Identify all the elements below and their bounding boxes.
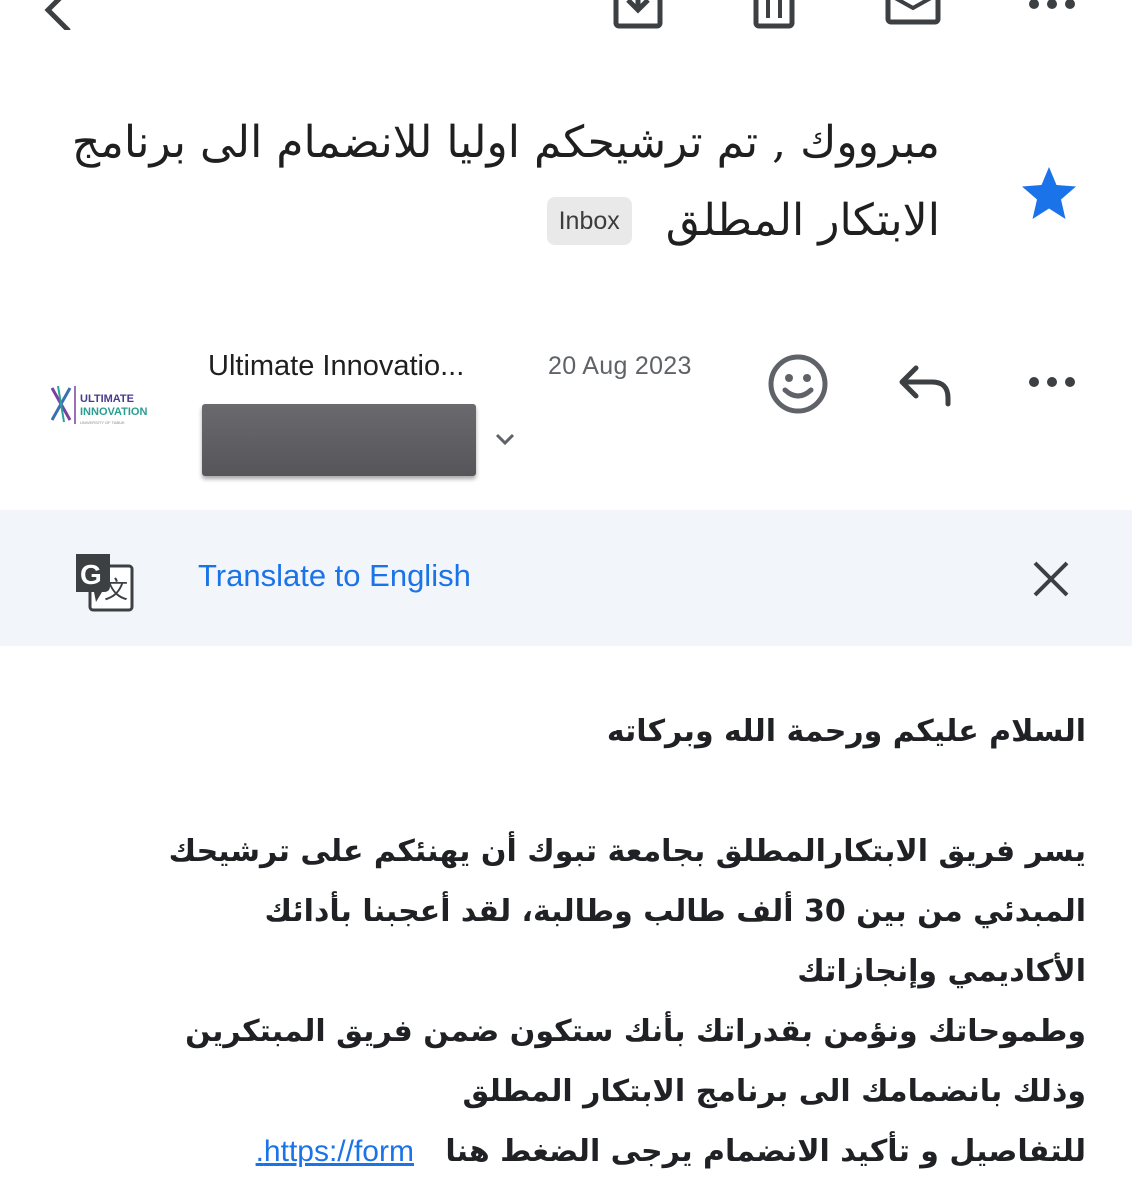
close-icon[interactable] — [1030, 558, 1072, 600]
logo-subtext: UNIVERSITY OF TABUK — [80, 420, 125, 425]
subject-line-1: مبرووك , تم ترشيحكم اوليا للانضمام الى ب… — [71, 117, 940, 168]
body-line-6: للتفاصيل و تأكيد الانضمام يرجى الضغط هنا — [445, 1134, 1086, 1169]
more-options-icon[interactable] — [1026, 372, 1078, 392]
body-line-1: يسر فريق الابتكارالمطلق بجامعة تبوك أن ي… — [168, 834, 1086, 869]
body-spacer — [90, 762, 1086, 822]
svg-text:G: G — [80, 559, 102, 590]
logo-text-1: ULTIMATE — [80, 393, 134, 405]
email-date: 20 Aug 2023 — [548, 352, 692, 380]
logo-text-2: INNOVATION — [80, 406, 147, 418]
body-line-3: الأكاديمي وإنجازاتك — [797, 954, 1086, 989]
body-line-6-row: للتفاصيل و تأكيد الانضمام يرجى الضغط هنا… — [90, 1122, 1086, 1182]
trash-icon[interactable] — [752, 0, 796, 30]
reply-icon[interactable] — [896, 362, 954, 408]
emoji-reaction-icon[interactable] — [766, 352, 830, 416]
top-toolbar — [0, 0, 1132, 40]
form-link[interactable]: https://form. — [256, 1135, 414, 1168]
sender-logo: ULTIMATE INNOVATION UNIVERSITY OF TABUK — [50, 385, 147, 425]
mark-unread-icon[interactable] — [884, 0, 942, 26]
subject-line-2: الابتكار المطلق — [665, 195, 940, 246]
body-line-2: المبدئي من بين 30 ألف طالب وطالبة، لقد أ… — [264, 894, 1086, 929]
email-body: السلام عليكم ورحمة الله وبركاته يسر فريق… — [90, 702, 1086, 1182]
archive-icon[interactable] — [612, 0, 664, 30]
translate-to-english-link[interactable]: Translate to English — [198, 558, 471, 594]
logo-mark-icon — [50, 385, 76, 424]
more-icon[interactable] — [1026, 0, 1078, 14]
translate-banner: 文 G Translate to English — [0, 510, 1132, 646]
body-line-4: وطموحاتك ونؤمن بقدراتك بأنك ستكون ضمن فر… — [185, 1014, 1086, 1049]
email-subject: مبرووك , تم ترشيحكم اوليا للانضمام الى ب… — [40, 104, 940, 260]
inbox-label-badge[interactable]: Inbox — [546, 197, 632, 245]
body-greeting: السلام عليكم ورحمة الله وبركاته — [606, 714, 1086, 749]
sender-name[interactable]: Ultimate Innovatio... — [208, 350, 464, 383]
redacted-recipient — [202, 404, 476, 476]
subject-line-2-row: الابتكار المطلق Inbox — [40, 182, 940, 260]
star-icon[interactable] — [1018, 163, 1080, 223]
google-translate-icon: 文 G — [76, 554, 134, 612]
back-chevron-icon[interactable] — [38, 0, 82, 30]
body-line-5: وذلك بانضمامك الى برنامج الابتكار المطلق — [462, 1074, 1086, 1109]
chevron-down-icon[interactable] — [492, 428, 518, 450]
